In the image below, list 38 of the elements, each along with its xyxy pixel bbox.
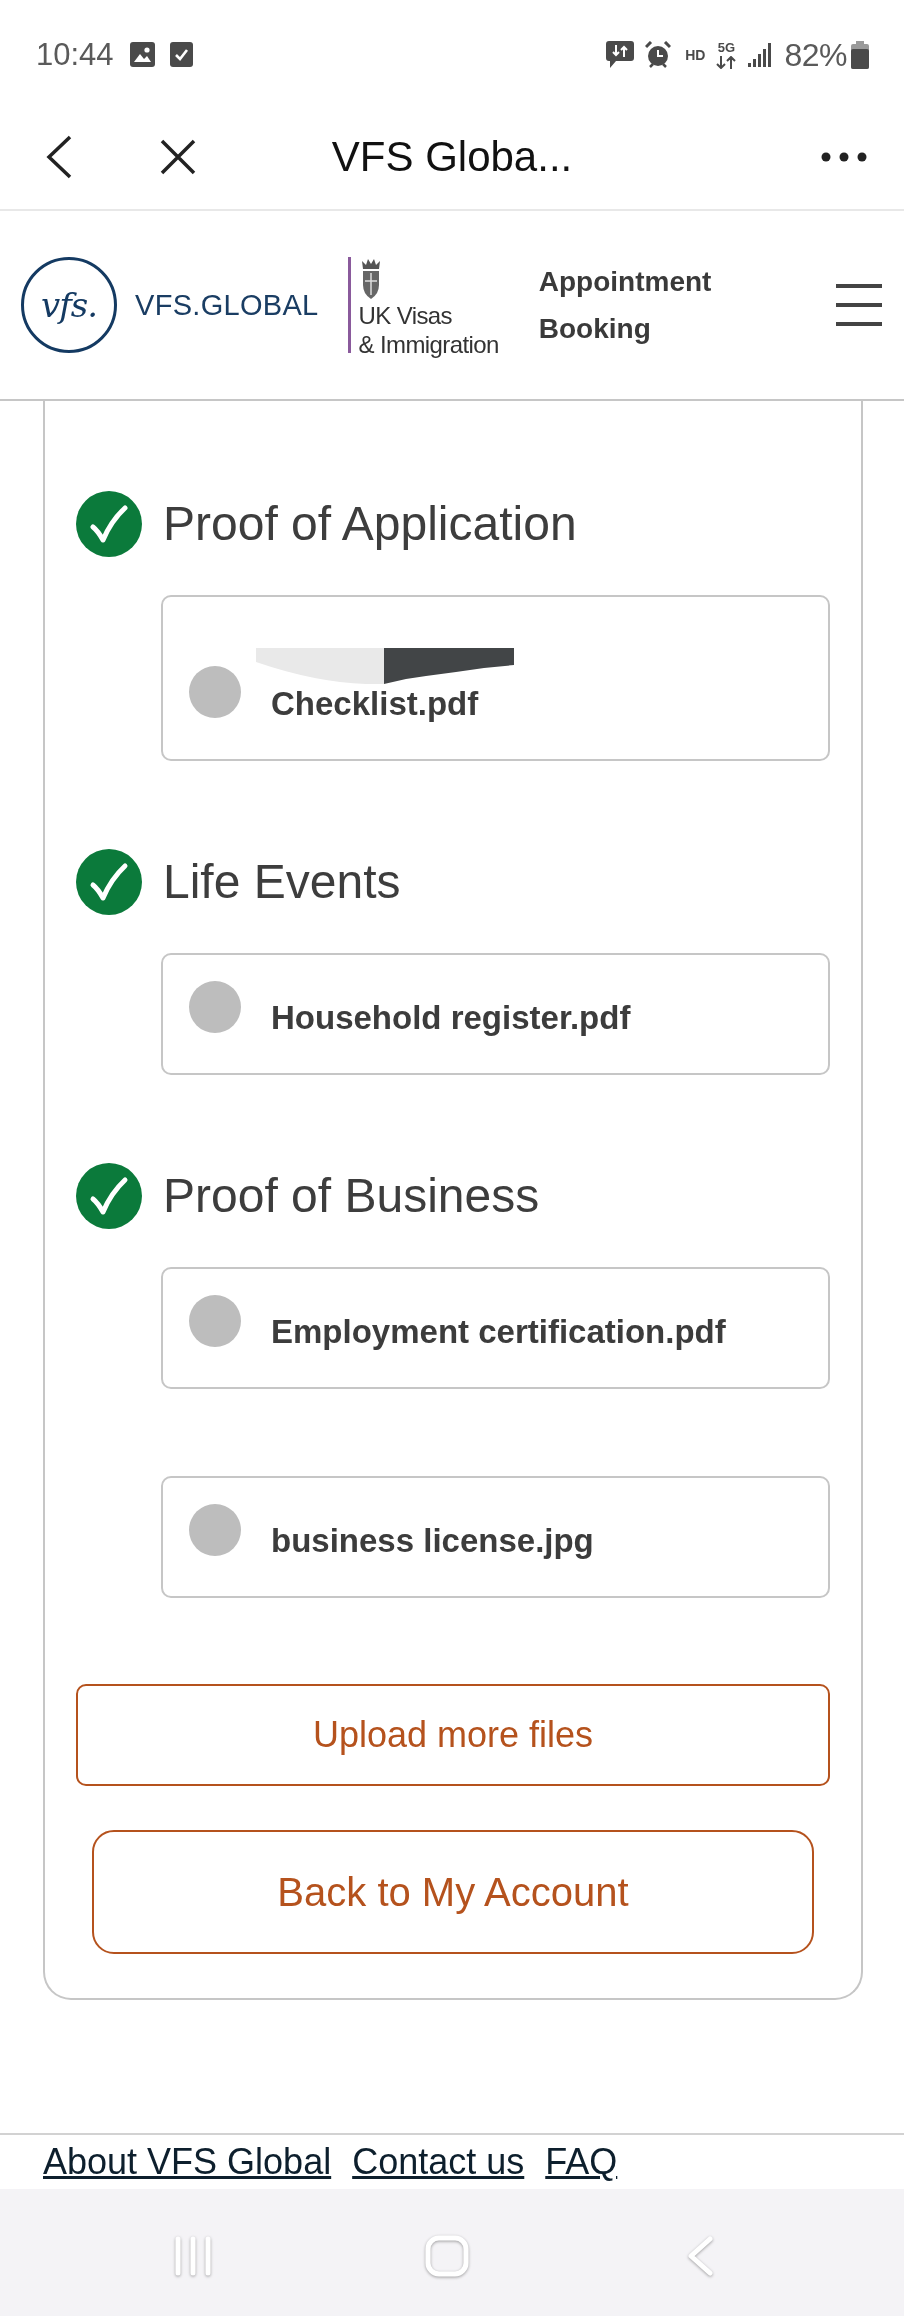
image-icon — [129, 42, 155, 67]
data-arrows-icon — [715, 55, 738, 69]
partner-logo-text: & Immigration — [358, 330, 499, 359]
back-button[interactable]: Back to My Account — [92, 1830, 814, 1954]
dot-icon — [189, 666, 241, 718]
footer-link[interactable]: FAQ — [545, 2140, 618, 2184]
battery-percent: 82% — [784, 38, 847, 71]
section-title: Life Events — [163, 854, 401, 911]
hd-label: HD — [685, 47, 706, 62]
footer-link[interactable]: About VFS Global — [43, 2140, 332, 2184]
crest-icon — [359, 257, 382, 299]
brand-name: VFS.GLOBAL — [135, 288, 319, 322]
vfs-logo[interactable]: vfs. — [21, 257, 117, 353]
section-title: Proof of Application — [163, 496, 577, 553]
dot-icon — [189, 1295, 241, 1347]
signal-icon — [748, 42, 773, 67]
dot-icon — [189, 1504, 241, 1556]
message-icon — [606, 41, 635, 68]
partner-logo-text: UK Visas — [358, 301, 452, 330]
checkbox-icon — [169, 42, 193, 67]
close-icon[interactable] — [160, 139, 196, 175]
page-title: VFS Globa... — [331, 131, 573, 182]
file-name: Employment certification.pdf — [271, 1313, 726, 1351]
network-type-label: 5G — [717, 40, 736, 54]
section-title: Proof of Business — [163, 1168, 540, 1225]
back-icon[interactable] — [46, 135, 72, 179]
upload-button[interactable]: Upload more files — [76, 1684, 830, 1786]
file-name: business license.jpg — [271, 1522, 594, 1560]
site-title: Appointment Booking — [538, 265, 713, 346]
battery-icon — [851, 40, 869, 69]
alarm-icon — [645, 41, 672, 68]
file-name: Household register.pdf — [271, 999, 631, 1037]
footer-link[interactable]: Contact us — [352, 2140, 525, 2184]
dot-icon — [189, 981, 241, 1033]
status-time: 10:44 — [36, 39, 114, 70]
menu-icon[interactable] — [836, 284, 882, 326]
file-name: Checklist.pdf — [271, 685, 479, 723]
more-options-icon[interactable] — [821, 152, 867, 162]
